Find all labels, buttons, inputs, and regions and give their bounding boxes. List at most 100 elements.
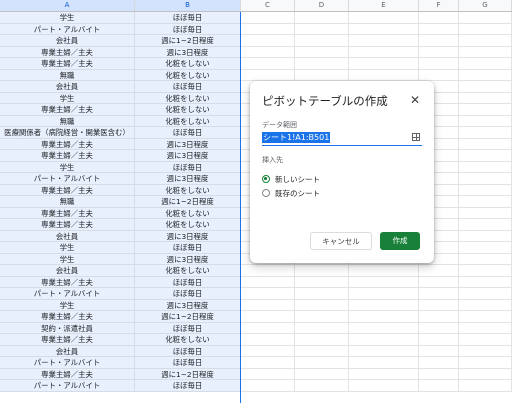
cell-a[interactable]: 専業主婦／主夫 <box>0 184 135 196</box>
cell-b[interactable]: ほぼ毎日 <box>135 12 241 24</box>
empty-cell[interactable] <box>459 161 512 173</box>
cell-b[interactable]: ほぼ毎日 <box>135 161 241 173</box>
empty-cell[interactable] <box>419 311 459 323</box>
range-input[interactable]: シート1!A1:B501 <box>262 131 422 146</box>
cell-b[interactable]: 化粧をしない <box>135 184 241 196</box>
empty-cell[interactable] <box>459 196 512 208</box>
empty-cell[interactable] <box>241 311 295 323</box>
cell-a[interactable]: 専業主婦／主夫 <box>0 150 135 162</box>
empty-cell[interactable] <box>459 380 512 392</box>
empty-cell[interactable] <box>459 242 512 254</box>
empty-cell[interactable] <box>459 368 512 380</box>
cell-a[interactable]: 学生 <box>0 92 135 104</box>
empty-cell[interactable] <box>349 322 419 334</box>
empty-cell[interactable] <box>241 35 295 47</box>
empty-cell[interactable] <box>459 207 512 219</box>
cell-a[interactable]: 無職 <box>0 115 135 127</box>
empty-cell[interactable] <box>459 23 512 35</box>
empty-cell[interactable] <box>349 58 419 70</box>
close-icon[interactable]: ✕ <box>410 93 420 107</box>
cell-b[interactable]: 化粧をしない <box>135 92 241 104</box>
empty-cell[interactable] <box>459 219 512 231</box>
empty-cell[interactable] <box>419 322 459 334</box>
empty-cell[interactable] <box>241 23 295 35</box>
empty-cell[interactable] <box>349 380 419 392</box>
radio-new-sheet[interactable] <box>262 175 270 183</box>
empty-cell[interactable] <box>459 230 512 242</box>
empty-cell[interactable] <box>419 299 459 311</box>
empty-cell[interactable] <box>241 265 295 277</box>
cell-a[interactable]: 学生 <box>0 242 135 254</box>
empty-cell[interactable] <box>459 288 512 300</box>
cell-a[interactable]: パート・アルバイト <box>0 288 135 300</box>
empty-cell[interactable] <box>349 12 419 24</box>
empty-cell[interactable] <box>295 299 349 311</box>
cell-a[interactable]: 専業主婦／主夫 <box>0 104 135 116</box>
empty-cell[interactable] <box>419 276 459 288</box>
empty-cell[interactable] <box>459 150 512 162</box>
empty-cell[interactable] <box>459 104 512 116</box>
cell-b[interactable]: ほぼ毎日 <box>135 357 241 369</box>
empty-cell[interactable] <box>241 345 295 357</box>
empty-cell[interactable] <box>349 357 419 369</box>
empty-cell[interactable] <box>459 345 512 357</box>
empty-cell[interactable] <box>241 380 295 392</box>
cell-a[interactable]: 会社員 <box>0 345 135 357</box>
cell-b[interactable]: 週に1~2日程度 <box>135 311 241 323</box>
empty-cell[interactable] <box>349 288 419 300</box>
empty-cell[interactable] <box>419 23 459 35</box>
cell-a[interactable]: 専業主婦／主夫 <box>0 311 135 323</box>
empty-cell[interactable] <box>295 12 349 24</box>
cell-a[interactable]: 専業主婦／主夫 <box>0 219 135 231</box>
existing-sheet-label[interactable]: 既存のシート <box>275 188 320 199</box>
cell-b[interactable]: 週に3日程度 <box>135 299 241 311</box>
empty-cell[interactable] <box>295 357 349 369</box>
empty-cell[interactable] <box>459 276 512 288</box>
cell-b[interactable]: 週に1~2日程度 <box>135 35 241 47</box>
cell-a[interactable]: 専業主婦／主夫 <box>0 276 135 288</box>
empty-cell[interactable] <box>459 127 512 139</box>
cell-a[interactable]: 会社員 <box>0 81 135 93</box>
empty-cell[interactable] <box>459 69 512 81</box>
empty-cell[interactable] <box>295 69 349 81</box>
cell-b[interactable]: ほぼ毎日 <box>135 288 241 300</box>
empty-cell[interactable] <box>459 46 512 58</box>
cell-b[interactable]: 化粧をしない <box>135 58 241 70</box>
empty-cell[interactable] <box>419 345 459 357</box>
empty-cell[interactable] <box>459 115 512 127</box>
empty-cell[interactable] <box>295 334 349 346</box>
cell-b[interactable]: 化粧をしない <box>135 69 241 81</box>
empty-cell[interactable] <box>241 368 295 380</box>
cell-a[interactable]: 学生 <box>0 161 135 173</box>
cell-b[interactable]: 週に3日程度 <box>135 150 241 162</box>
empty-cell[interactable] <box>419 69 459 81</box>
empty-cell[interactable] <box>295 322 349 334</box>
empty-cell[interactable] <box>349 69 419 81</box>
empty-cell[interactable] <box>459 322 512 334</box>
cancel-button[interactable]: キャンセル <box>310 232 372 250</box>
empty-cell[interactable] <box>295 276 349 288</box>
cell-b[interactable]: ほぼ毎日 <box>135 23 241 35</box>
empty-cell[interactable] <box>459 265 512 277</box>
cell-b[interactable]: 化粧をしない <box>135 115 241 127</box>
cell-b[interactable]: 化粧をしない <box>135 104 241 116</box>
cell-b[interactable]: ほぼ毎日 <box>135 345 241 357</box>
empty-cell[interactable] <box>459 35 512 47</box>
empty-cell[interactable] <box>295 288 349 300</box>
empty-cell[interactable] <box>459 138 512 150</box>
cell-b[interactable]: 週に3日程度 <box>135 173 241 185</box>
new-sheet-label[interactable]: 新しいシート <box>275 174 320 185</box>
column-header-d[interactable]: D <box>295 0 349 11</box>
column-header-g[interactable]: G <box>459 0 512 11</box>
empty-cell[interactable] <box>419 368 459 380</box>
cell-b[interactable]: 週に1~2日程度 <box>135 196 241 208</box>
empty-cell[interactable] <box>241 69 295 81</box>
empty-cell[interactable] <box>349 311 419 323</box>
empty-cell[interactable] <box>459 311 512 323</box>
empty-cell[interactable] <box>241 357 295 369</box>
empty-cell[interactable] <box>295 380 349 392</box>
empty-cell[interactable] <box>419 12 459 24</box>
column-header-c[interactable]: C <box>241 0 295 11</box>
cell-b[interactable]: 週に3日程度 <box>135 138 241 150</box>
empty-cell[interactable] <box>459 299 512 311</box>
